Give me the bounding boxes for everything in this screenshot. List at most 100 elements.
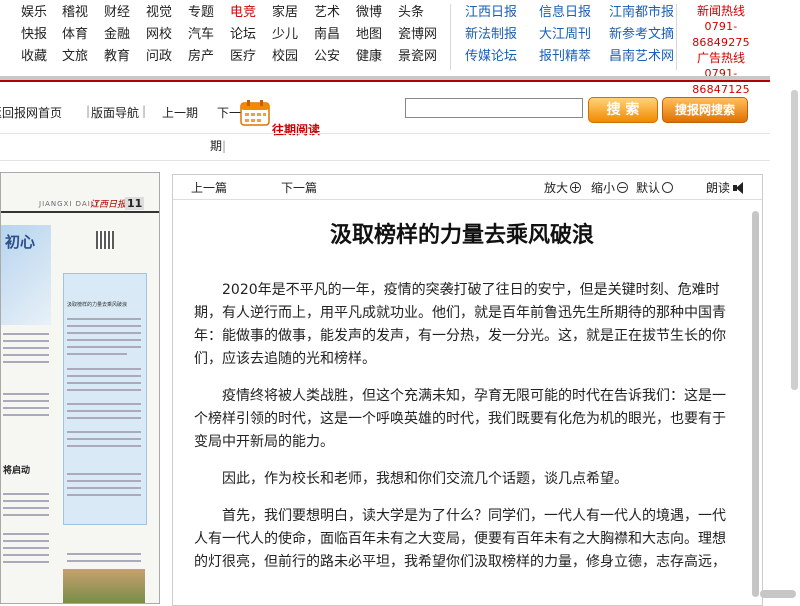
nav-link[interactable]: 网校 bbox=[146, 24, 172, 46]
calendar-icon[interactable] bbox=[240, 100, 270, 126]
hotline: 新闻热线 0791-86849275 广告热线 0791-86847125 bbox=[680, 4, 762, 98]
paper-text-line bbox=[3, 361, 49, 363]
period-text: 期 bbox=[210, 139, 223, 153]
paper-text-line bbox=[3, 347, 49, 349]
nav-link[interactable]: 微博 bbox=[356, 2, 382, 24]
layout-nav-link[interactable]: 版面导航 bbox=[91, 104, 139, 121]
nav-link[interactable]: 校园 bbox=[272, 46, 298, 68]
paper-text-line bbox=[67, 438, 141, 440]
nav-link[interactable]: 财经 bbox=[104, 2, 130, 24]
paper-text-line bbox=[3, 540, 49, 542]
paper-headline-lower: 将启动 bbox=[3, 466, 31, 476]
zoom-in-button[interactable]: 放大 bbox=[544, 179, 582, 196]
paper-text-line bbox=[3, 333, 49, 335]
nav-link[interactable]: 问政 bbox=[146, 46, 172, 68]
site-search-button-label: 搜报网搜索 bbox=[674, 103, 735, 117]
nav-link[interactable]: 专题 bbox=[188, 2, 214, 24]
nav-link[interactable]: 教育 bbox=[104, 46, 130, 68]
page-number: 11 bbox=[125, 197, 145, 210]
paper-text-line bbox=[67, 339, 141, 341]
paper-text-line bbox=[3, 414, 49, 416]
paper-text-line bbox=[67, 445, 141, 447]
paper-text-line bbox=[67, 473, 141, 475]
paper-link[interactable]: 传媒论坛 bbox=[465, 46, 517, 68]
paper-text-line bbox=[3, 514, 49, 516]
default-size-button[interactable]: 默认 bbox=[636, 179, 674, 196]
nav-link[interactable]: 健康 bbox=[356, 46, 382, 68]
masthead: 江西日报 bbox=[90, 200, 127, 210]
nav-link[interactable]: 金融 bbox=[104, 24, 130, 46]
paper-link[interactable]: 报刊精萃 bbox=[539, 46, 591, 68]
site-search-button[interactable]: 搜报网搜索 bbox=[662, 97, 748, 123]
article-scrollbar[interactable] bbox=[751, 205, 760, 603]
nav-link[interactable]: 论坛 bbox=[230, 24, 256, 46]
paper-link[interactable]: 江西日报 bbox=[465, 2, 517, 24]
nav-link[interactable]: 医疗 bbox=[230, 46, 256, 68]
read-aloud-button[interactable]: 朗读 bbox=[706, 179, 745, 196]
nav-link[interactable]: 头条 bbox=[398, 2, 424, 24]
nav-link-highlight[interactable]: 电竞 bbox=[230, 2, 256, 24]
page-scrollbar-thumb[interactable] bbox=[791, 90, 798, 390]
nav-link[interactable]: 视觉 bbox=[146, 2, 172, 24]
nav-link[interactable]: 地图 bbox=[356, 24, 382, 46]
circle-icon bbox=[662, 182, 674, 193]
nav-link[interactable]: 娱乐 bbox=[21, 2, 47, 24]
past-reading-link[interactable]: 往期阅读 bbox=[272, 121, 320, 138]
article-paragraph: 首先，我们要想明白，读大学是为了什么？同学们，一代人有一代人的境遇，一代人有一代… bbox=[194, 508, 726, 570]
paper-text-line bbox=[67, 417, 141, 419]
nav-link[interactable]: 艺术 bbox=[314, 2, 340, 24]
divider bbox=[0, 160, 770, 161]
nav-link[interactable]: 公安 bbox=[314, 46, 340, 68]
paper-link[interactable]: 信息日报 bbox=[539, 2, 591, 24]
nav-link[interactable]: 收藏 bbox=[21, 46, 47, 68]
prev-issue-link[interactable]: 上一期 bbox=[162, 104, 198, 121]
divider bbox=[450, 4, 451, 70]
paper-text-line bbox=[3, 554, 49, 556]
article-paragraph: 因此，作为校长和老师，我想和你们交流几个话题，谈几点希望。 bbox=[222, 471, 628, 487]
article-title: 汲取榜样的力量去乘风破浪 bbox=[329, 223, 594, 248]
article-paragraph: 2020年是不平凡的一年，疫情的突袭打破了往日的安宁，但是关键时刻、危难时期，有… bbox=[194, 282, 726, 367]
next-article-link[interactable]: 下一篇 bbox=[281, 179, 317, 196]
paper-text-line bbox=[3, 354, 49, 356]
search-button[interactable]: 搜 索 bbox=[588, 97, 658, 123]
zoom-out-label: 缩小 bbox=[591, 181, 616, 195]
nav-link[interactable]: 快报 bbox=[21, 24, 47, 46]
zoom-out-button[interactable]: 缩小 bbox=[591, 179, 629, 196]
paper-text-line bbox=[3, 500, 49, 502]
paper-text-line bbox=[67, 332, 141, 334]
back-home-link[interactable]: 返回报网首页 bbox=[0, 104, 62, 121]
nav-link[interactable]: 文旅 bbox=[62, 46, 88, 68]
nav-link[interactable]: 景瓷网 bbox=[398, 46, 437, 68]
paper-link[interactable]: 新法制报 bbox=[465, 24, 517, 46]
search-input[interactable] bbox=[405, 98, 583, 118]
paper-text-line bbox=[67, 318, 141, 320]
nav-link[interactable]: 汽车 bbox=[188, 24, 214, 46]
news-hotline-phone: 0791-86849275 bbox=[692, 20, 750, 49]
paper-link[interactable]: 新参考文摘 bbox=[609, 24, 674, 46]
article-scrollbar-thumb[interactable] bbox=[752, 211, 759, 597]
paper-link[interactable]: 江南都市报 bbox=[609, 2, 674, 24]
paper-text-line bbox=[67, 487, 141, 489]
article-body: 2020年是不平凡的一年，疫情的突袭打破了往日的安宁，但是关键时刻、危难时期，有… bbox=[194, 279, 731, 588]
top-navigation: 娱乐 稽视 财经 视觉 专题 电竞 家居 艺术 微博 头条 快报 体育 金融 网… bbox=[0, 0, 760, 96]
paper-text-line bbox=[3, 407, 49, 409]
paper-link[interactable]: 大江周刊 bbox=[539, 24, 591, 46]
nav-link[interactable]: 稽视 bbox=[62, 2, 88, 24]
nav-link[interactable]: 家居 bbox=[272, 2, 298, 24]
nav-link[interactable]: 瓷博网 bbox=[398, 24, 437, 46]
paper-text-line bbox=[3, 393, 49, 395]
nav-link[interactable]: 体育 bbox=[62, 24, 88, 46]
nav-link[interactable]: 南昌 bbox=[314, 24, 340, 46]
news-hotline-label: 新闻热线 bbox=[696, 4, 745, 18]
prev-article-link[interactable]: 上一篇 bbox=[191, 179, 227, 196]
horizontal-scrollbar-thumb[interactable] bbox=[760, 590, 796, 598]
divider bbox=[0, 133, 770, 134]
paper-text-line bbox=[3, 340, 49, 342]
newspaper-page-thumbnail[interactable]: JIANGXI DAILY 江西日报 11 初心 汲取榜样的力量去乘风破浪 将启… bbox=[0, 172, 160, 604]
paper-link[interactable]: 昌南艺术网 bbox=[609, 46, 674, 68]
paper-text-line bbox=[67, 403, 141, 405]
article-panel: 上一篇 下一篇 放大 缩小 默认 朗读 汲取榜样的力量去乘风破浪 2020年是不… bbox=[172, 174, 763, 606]
nav-link[interactable]: 少儿 bbox=[272, 24, 298, 46]
nav-link[interactable]: 房产 bbox=[188, 46, 214, 68]
search-button-label: 搜 索 bbox=[606, 102, 640, 118]
